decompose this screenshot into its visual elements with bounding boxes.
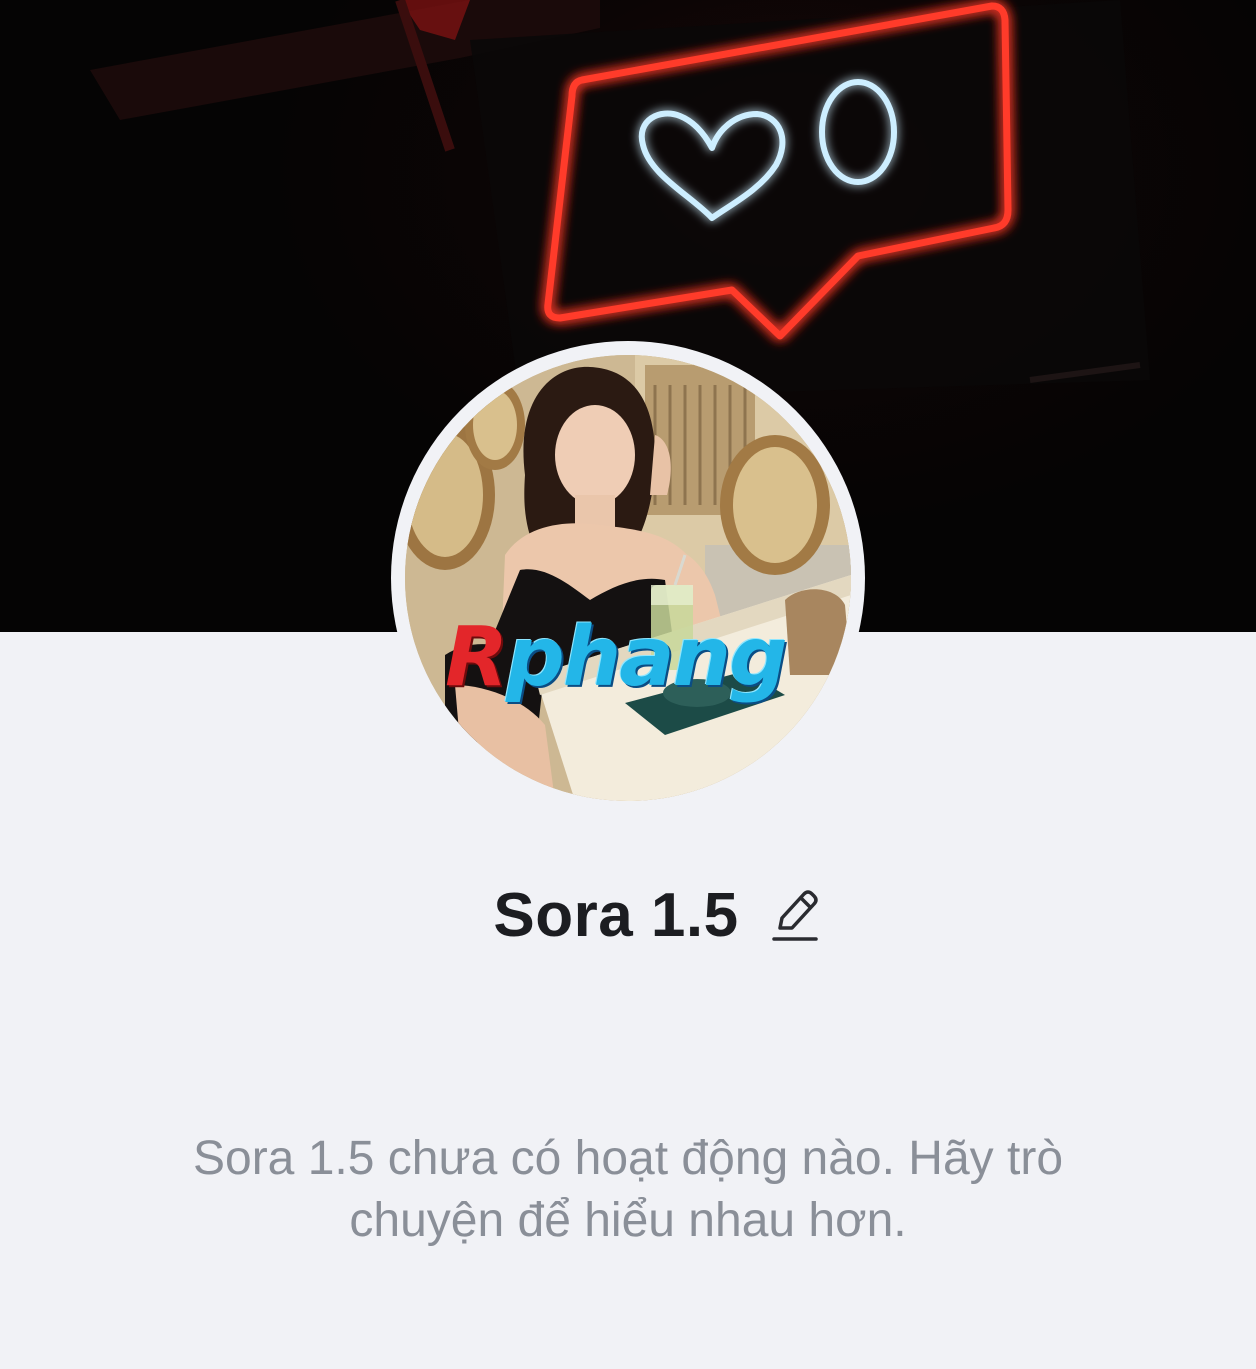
name-row: Sora 1.5 [0,880,1256,950]
empty-message-line2: chuyện để hiểu nhau hơn. [349,1194,907,1247]
profile-name: Sora 1.5 [493,880,739,950]
empty-activity-message: Sora 1.5 chưa có hoạt động nào. Hãy trò … [0,1128,1256,1252]
watermark: Rphang [445,610,788,705]
empty-message-line1: Sora 1.5 chưa có hoạt động nào. Hãy trò [192,1132,1064,1185]
avatar[interactable]: Rphang [391,341,865,815]
edit-name-button[interactable] [767,887,823,943]
pencil-edit-icon [771,890,818,941]
avatar-photo: Rphang [405,355,851,801]
profile-page: Rphang Sora 1.5 Sora 1.5 chưa có hoạt độ… [0,0,1256,1369]
